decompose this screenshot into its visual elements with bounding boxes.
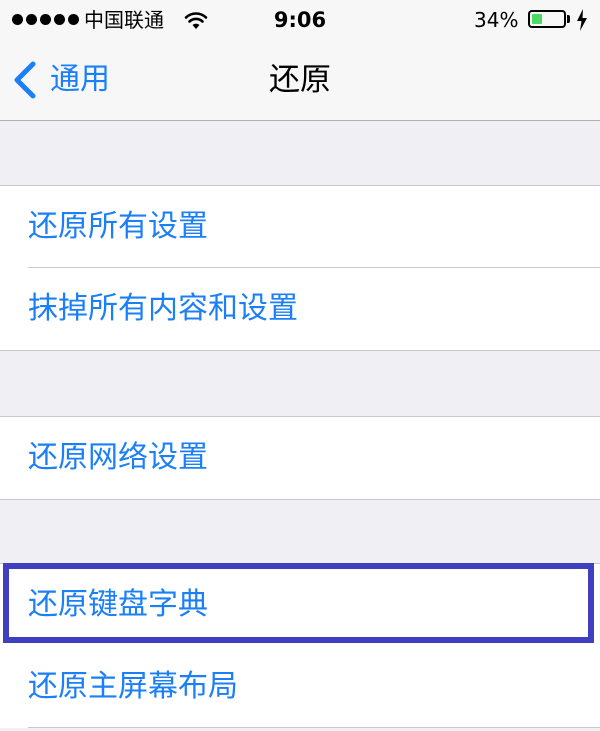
row-label: 还原所有设置 bbox=[28, 209, 208, 244]
reset-all-settings-row[interactable]: 还原所有设置 bbox=[0, 186, 600, 268]
battery-percent: 34% bbox=[474, 8, 519, 32]
erase-all-content-row[interactable]: 抹掉所有内容和设置 bbox=[0, 268, 600, 350]
row-label: 还原网络设置 bbox=[28, 440, 208, 475]
navigation-bar: 通用 还原 bbox=[0, 40, 600, 121]
reset-group-network: 还原网络设置 bbox=[0, 416, 600, 500]
reset-home-screen-layout-row[interactable]: 还原主屏幕布局 bbox=[0, 646, 600, 728]
reset-keyboard-dictionary-row[interactable]: 还原键盘字典 bbox=[0, 564, 600, 646]
reset-network-settings-row[interactable]: 还原网络设置 bbox=[0, 417, 600, 499]
reset-group-keyboard: 还原键盘字典 还原主屏幕布局 bbox=[0, 563, 600, 728]
status-bar: 中国联通 9:06 34% bbox=[0, 0, 600, 40]
charging-bolt-icon bbox=[577, 9, 587, 31]
battery-tip bbox=[567, 15, 570, 23]
battery-icon bbox=[528, 10, 566, 28]
row-label: 还原主屏幕布局 bbox=[28, 669, 238, 704]
battery-level-fill bbox=[532, 14, 542, 24]
page-title: 还原 bbox=[269, 62, 331, 98]
row-label: 抹掉所有内容和设置 bbox=[28, 291, 298, 326]
row-separator bbox=[28, 727, 600, 728]
row-label: 还原键盘字典 bbox=[28, 587, 208, 622]
reset-group-all: 还原所有设置 抹掉所有内容和设置 bbox=[0, 185, 600, 351]
